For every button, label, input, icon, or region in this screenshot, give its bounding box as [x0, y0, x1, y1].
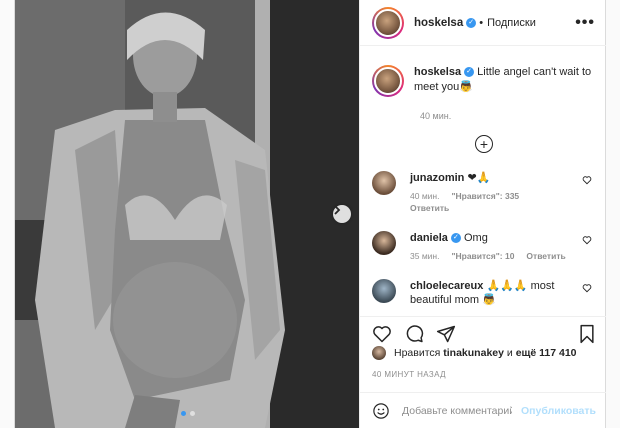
comment-item: chloelecareux 🙏🙏🙏 most beautiful mom 👼	[372, 279, 596, 307]
caption-time: 40 мин.	[420, 111, 452, 121]
post-timestamp[interactable]: 40 МИНУТ НАЗАД	[372, 370, 446, 379]
verified-badge-icon: ✓	[466, 17, 477, 28]
commenter-username[interactable]: daniela	[410, 232, 448, 244]
carousel-dot-active	[181, 411, 186, 416]
more-options-icon[interactable]: •••	[575, 14, 595, 30]
commenter-username[interactable]: chloelecareux	[410, 280, 483, 292]
comment-text: ❤🙏	[467, 172, 491, 184]
post-header: hoskelsa ✓ • Подписки •••	[360, 0, 607, 46]
publish-button[interactable]: Опубликовать	[521, 405, 596, 417]
post-photo[interactable]	[15, 0, 359, 428]
comment-button[interactable]	[404, 324, 424, 344]
carousel-dot	[190, 411, 195, 416]
like-button[interactable]	[372, 324, 392, 344]
heart-icon[interactable]	[582, 283, 592, 293]
commenter-username[interactable]: junazomin	[410, 172, 464, 184]
comment-time: 35 мин.	[410, 251, 440, 261]
commenter-avatar[interactable]	[372, 171, 396, 195]
comment-time: 40 мин.	[410, 191, 440, 201]
heart-icon[interactable]	[582, 235, 592, 245]
liker-username[interactable]: tinakunakey	[443, 347, 504, 359]
likes-count-link[interactable]: ещё 117 410	[516, 347, 577, 359]
author-avatar[interactable]	[372, 6, 404, 39]
heart-icon	[373, 325, 391, 342]
comment-likes[interactable]: "Нравится": 335	[451, 191, 519, 201]
comment-input[interactable]	[402, 404, 512, 417]
plus-circle-icon: +	[479, 136, 489, 152]
load-more-comments-button[interactable]: +	[475, 135, 493, 153]
bookmark-icon	[580, 324, 594, 343]
heart-icon[interactable]	[582, 175, 592, 185]
comment-item: junazomin ❤🙏 40 мин. "Нравится": 335 Отв…	[372, 171, 596, 213]
add-comment-bar: Опубликовать	[360, 392, 608, 428]
photo-illustration	[15, 0, 359, 428]
comment-likes[interactable]: "Нравится": 10	[451, 251, 514, 261]
share-button[interactable]	[436, 324, 456, 344]
author-username[interactable]: hoskelsa	[414, 17, 463, 29]
smiley-icon[interactable]	[372, 402, 390, 420]
carousel-indicator	[181, 411, 195, 416]
verified-badge-icon: ✓	[450, 233, 461, 244]
liker-avatar[interactable]	[372, 346, 386, 360]
reply-button[interactable]: Ответить	[410, 203, 449, 213]
likes-and: и	[506, 347, 513, 359]
header-separator: •	[479, 16, 484, 29]
comments-list[interactable]: hoskelsa ✓ Little angel can't wait to mee…	[360, 47, 608, 311]
reply-button[interactable]: Ответить	[526, 251, 565, 261]
caption-username[interactable]: hoskelsa	[414, 66, 461, 78]
comment-item: daniela ✓ Omg 35 мин. "Нравится": 10 Отве…	[372, 231, 596, 261]
follow-status-button[interactable]: Подписки	[487, 17, 536, 29]
likes-prefix: Нравится	[394, 347, 441, 359]
likes-summary: Нравится tinakunakey и ещё 117 410	[372, 346, 577, 360]
next-photo-button[interactable]	[333, 205, 351, 223]
chevron-right-icon	[334, 205, 341, 215]
commenter-avatar[interactable]	[372, 279, 396, 303]
post-details: hoskelsa ✓ • Подписки ••• hoskelsa ✓ Litt…	[359, 0, 608, 428]
caption-avatar[interactable]	[372, 65, 404, 97]
page-background	[606, 0, 620, 428]
verified-badge-icon: ✓	[464, 67, 475, 78]
post-container: hoskelsa ✓ • Подписки ••• hoskelsa ✓ Litt…	[14, 0, 608, 428]
paper-plane-icon	[436, 325, 456, 342]
save-button[interactable]	[578, 324, 596, 344]
post-caption: hoskelsa ✓ Little angel can't wait to mee…	[372, 65, 596, 97]
post-actions	[360, 316, 608, 346]
comment-text: Omg	[463, 232, 488, 244]
commenter-avatar[interactable]	[372, 231, 396, 255]
comment-icon	[406, 324, 424, 342]
